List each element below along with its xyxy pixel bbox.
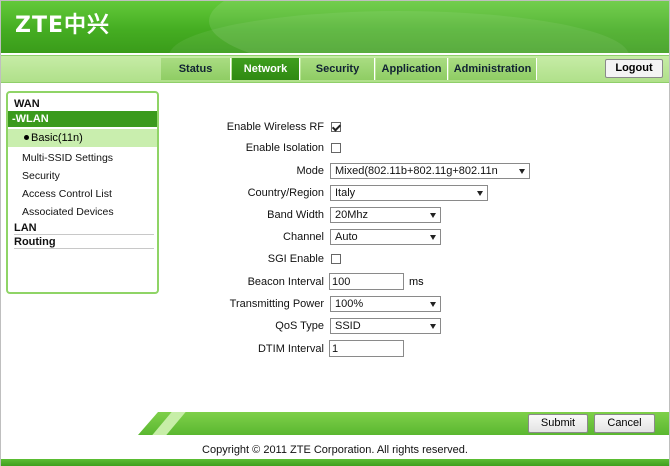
chevron-down-icon xyxy=(477,191,483,196)
qos-type-select[interactable]: SSID xyxy=(330,318,441,334)
chevron-down-icon xyxy=(519,169,525,174)
channel-select[interactable]: Auto xyxy=(330,229,441,245)
transmitting-power-label: Transmitting Power xyxy=(229,298,324,310)
tab-application[interactable]: Application xyxy=(376,58,448,80)
header-banner: ZTE中兴 xyxy=(1,1,669,53)
country-region-label: Country/Region xyxy=(247,187,324,199)
enable-wireless-rf-checkbox[interactable] xyxy=(331,122,341,132)
dtim-interval-input[interactable] xyxy=(329,340,404,357)
band-width-value: 20Mhz xyxy=(335,209,369,221)
band-width-select[interactable]: 20Mhz xyxy=(330,207,441,223)
tab-status[interactable]: Status xyxy=(161,58,231,80)
dtim-interval-label: DTIM Interval xyxy=(257,343,324,355)
channel-value: Auto xyxy=(335,231,358,243)
divider xyxy=(14,248,154,249)
transmitting-power-value: 100% xyxy=(335,298,364,310)
beacon-interval-label: Beacon Interval xyxy=(247,276,324,288)
beacon-interval-unit: ms xyxy=(409,276,424,288)
enable-wireless-rf-label: Enable Wireless RF xyxy=(226,121,324,133)
tab-security[interactable]: Security xyxy=(301,58,375,80)
cancel-button[interactable]: Cancel xyxy=(594,414,655,433)
country-region-value: Italy xyxy=(335,187,356,199)
enable-isolation-label: Enable Isolation xyxy=(245,142,324,154)
transmitting-power-select[interactable]: 100% xyxy=(330,296,441,312)
band-width-label: Band Width xyxy=(267,209,324,221)
beacon-interval-input[interactable] xyxy=(329,273,404,290)
enable-isolation-checkbox[interactable] xyxy=(331,143,341,153)
submit-button[interactable]: Submit xyxy=(528,414,588,433)
footer-decoration xyxy=(152,412,186,435)
sidebar-item-wan[interactable]: WAN xyxy=(14,98,154,111)
chevron-down-icon xyxy=(430,302,436,307)
channel-label: Channel xyxy=(283,231,324,243)
zte-logo: ZTE中兴 xyxy=(15,13,110,38)
mode-label: Mode xyxy=(296,165,324,177)
qos-type-value: SSID xyxy=(335,320,361,332)
top-nav: Status Network Security Application Admi… xyxy=(1,55,669,83)
bullet-icon xyxy=(24,135,29,140)
sgi-enable-checkbox[interactable] xyxy=(331,254,341,264)
country-region-select[interactable]: Italy xyxy=(330,185,488,201)
mode-select[interactable]: Mixed(802.11b+802.11g+802.11n xyxy=(330,163,530,179)
logout-button[interactable]: Logout xyxy=(605,59,663,78)
tab-network[interactable]: Network xyxy=(232,58,300,80)
bottom-bar xyxy=(1,459,669,466)
mode-value: Mixed(802.11b+802.11g+802.11n xyxy=(335,165,498,177)
chevron-down-icon xyxy=(430,235,436,240)
tab-administration[interactable]: Administration xyxy=(449,58,537,80)
footer-bar xyxy=(138,412,669,435)
chevron-down-icon xyxy=(430,213,436,218)
router-admin-page: ZTE中兴 Status Network Security Applicatio… xyxy=(0,0,670,466)
sgi-enable-label: SGI Enable xyxy=(267,253,324,265)
sidebar-item-label: Basic(11n) xyxy=(31,132,83,144)
copyright-text: Copyright © 2011 ZTE Corporation. All ri… xyxy=(202,444,468,456)
chevron-down-icon xyxy=(430,324,436,329)
qos-type-label: QoS Type xyxy=(275,320,324,332)
